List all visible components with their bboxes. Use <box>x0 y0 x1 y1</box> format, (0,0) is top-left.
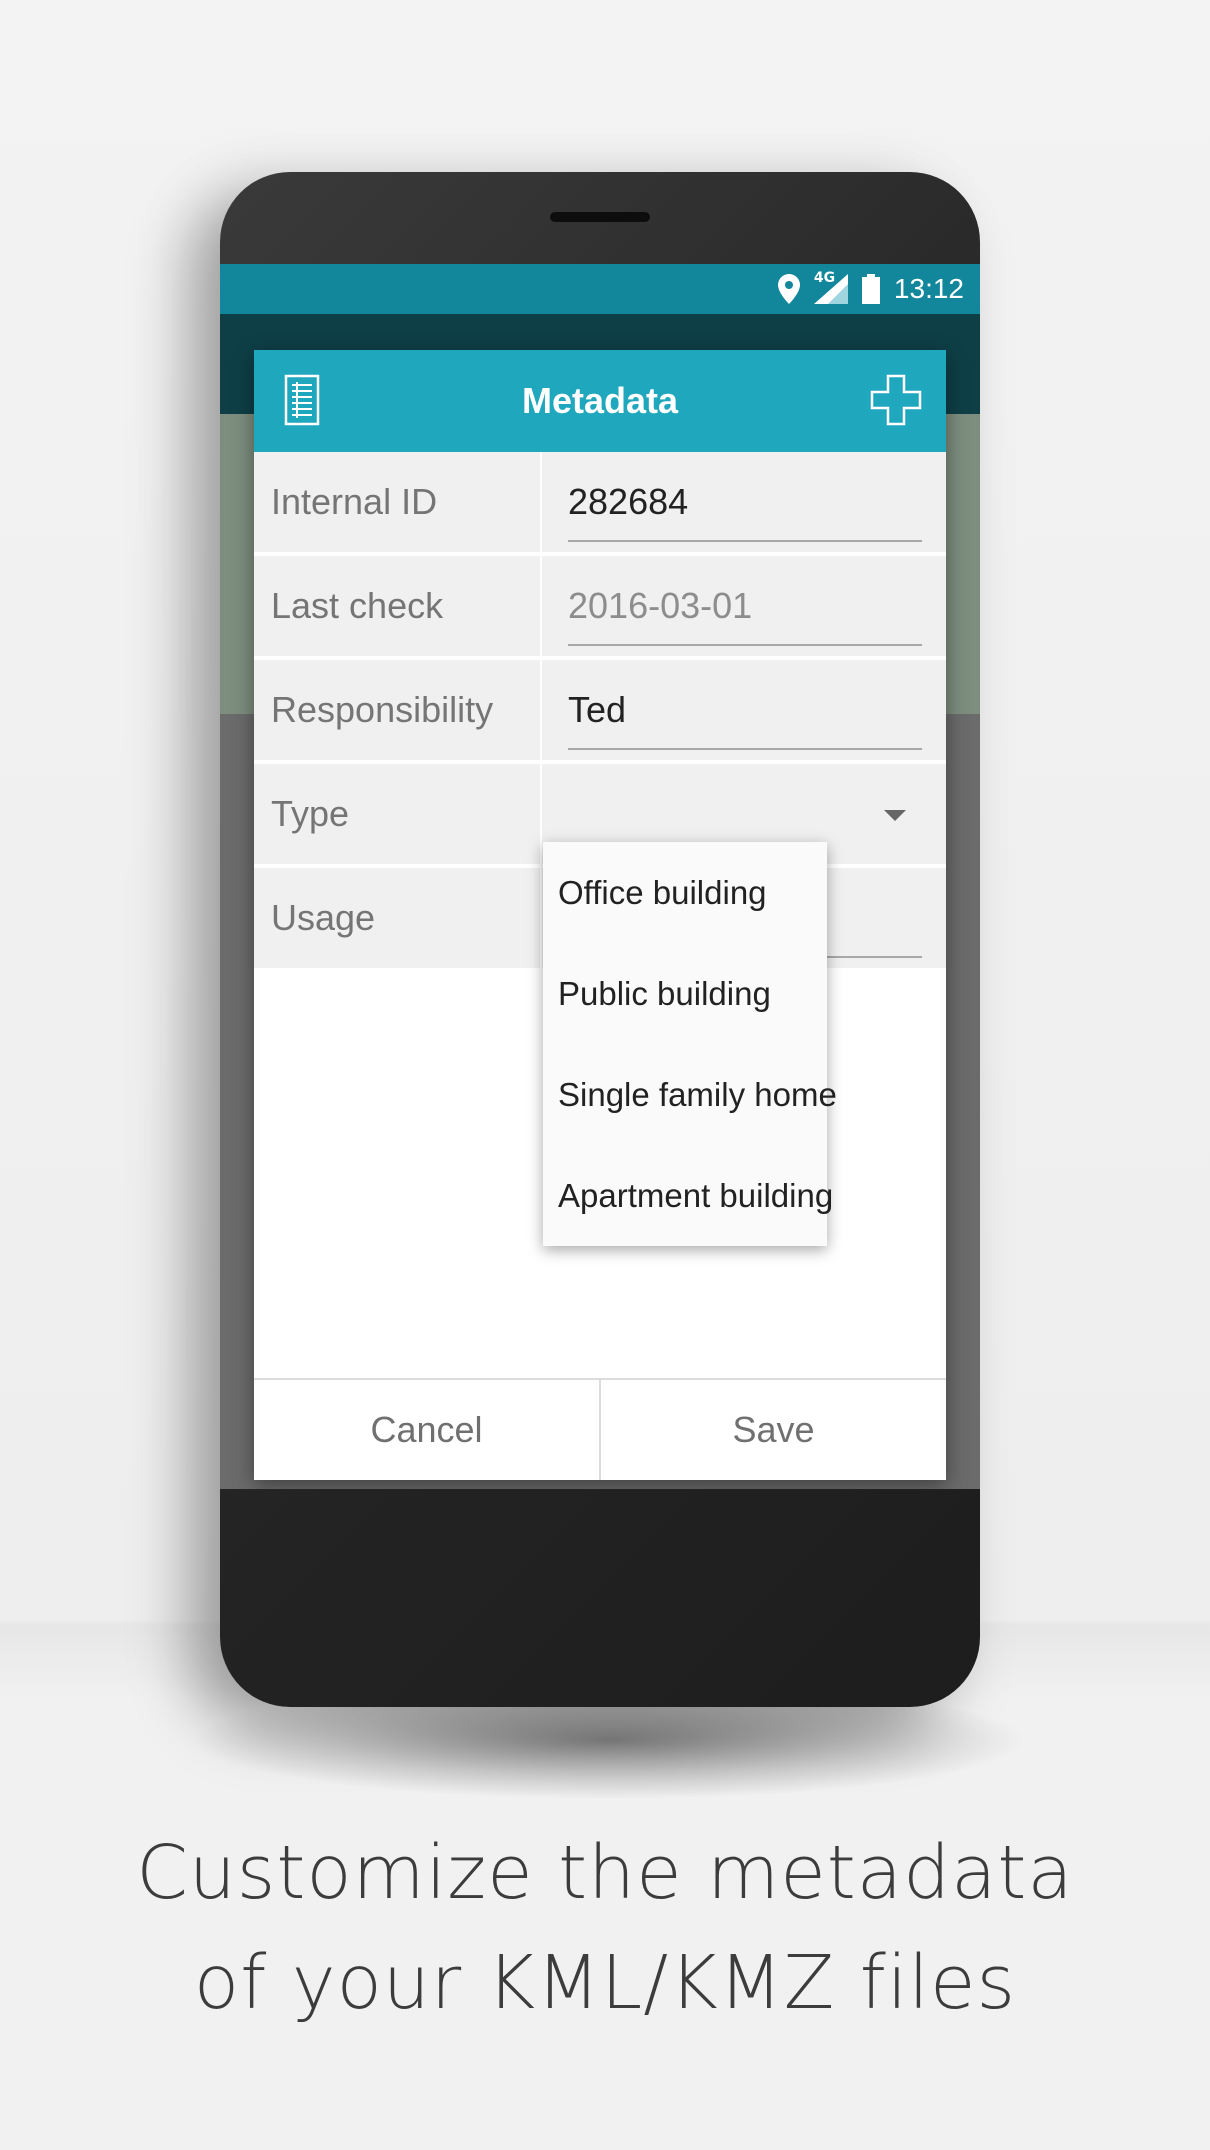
type-dropdown-menu: Office building Public building Single f… <box>543 842 837 1246</box>
cancel-button[interactable]: Cancel <box>254 1380 599 1480</box>
field-label: Last check <box>271 585 444 626</box>
field-label: Usage <box>271 897 376 938</box>
add-icon[interactable] <box>870 374 922 430</box>
input-underline <box>568 644 922 646</box>
dropdown-arrow-icon[interactable] <box>884 810 906 821</box>
caption-line-1: Customize the metadata <box>136 1830 1074 1916</box>
phone-speaker <box>550 212 650 222</box>
dropdown-option[interactable]: Single family home <box>543 1044 837 1145</box>
dropdown-option[interactable]: Apartment building <box>543 1145 833 1246</box>
field-separator <box>540 868 542 968</box>
field-separator <box>540 556 542 656</box>
input-underline <box>568 748 922 750</box>
dialog-header: Metadata <box>254 350 946 452</box>
phone-mockup: 4G 13:12 Metadata Internal ID 282684 Las… <box>220 172 980 1707</box>
signal-icon: 4G <box>813 270 848 304</box>
dropdown-option[interactable]: Office building <box>543 842 827 943</box>
dialog-footer: Cancel Save <box>254 1378 946 1480</box>
dropdown-option[interactable]: Public building <box>543 943 827 1044</box>
last-check-input[interactable]: 2016-03-01 <box>568 556 752 648</box>
field-separator <box>540 452 542 552</box>
battery-icon <box>861 274 880 304</box>
input-underline <box>568 540 922 542</box>
dialog-title: Metadata <box>521 380 679 421</box>
responsibility-input[interactable]: Ted <box>568 660 626 752</box>
list-icon[interactable] <box>284 374 320 430</box>
field-separator <box>540 660 542 760</box>
field-row-internal-id: Internal ID 282684 <box>254 452 946 554</box>
location-icon <box>777 274 800 304</box>
field-label: Internal ID <box>271 481 438 522</box>
field-label: Type <box>271 793 350 834</box>
field-row-responsibility: Responsibility Ted <box>254 660 946 762</box>
field-separator <box>540 764 542 864</box>
field-label: Responsibility <box>271 689 494 730</box>
field-row-last-check: Last check 2016-03-01 <box>254 556 946 658</box>
save-button[interactable]: Save <box>599 1380 946 1480</box>
internal-id-input[interactable]: 282684 <box>568 452 688 544</box>
status-time: 13:12 <box>893 273 964 304</box>
network-type: 4G <box>813 270 836 286</box>
status-bar: 4G 13:12 <box>220 264 980 314</box>
caption-line-2: of your KML/KMZ files <box>193 1940 1017 2026</box>
